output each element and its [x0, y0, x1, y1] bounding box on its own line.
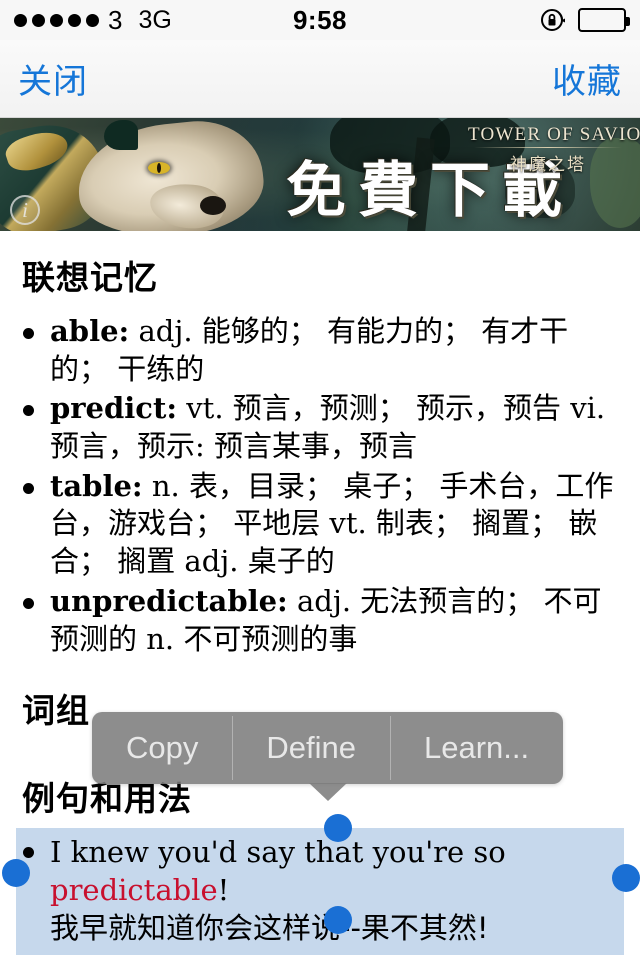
- mnemonic-list: able: adj. 能够的； 有能力的； 有才干的； 干练的 predict:…: [16, 313, 624, 658]
- example-en-after: !: [217, 872, 230, 907]
- example-en-before: I knew you'd say that you're so: [50, 835, 506, 870]
- wolf-ear-artwork: [104, 120, 138, 150]
- selection-handle-bottom[interactable]: [324, 906, 352, 935]
- context-menu-copy[interactable]: Copy: [92, 712, 232, 784]
- app-root: 3 3G 9:58 关闭 收藏 免費下載 TOWER OF SAVI 神魔之塔 …: [0, 0, 640, 960]
- selected-text[interactable]: I knew you'd say that you're so predicta…: [16, 828, 624, 956]
- list-item: predict: vt. 预言，预测； 预示，预告 vi. 预言，预示: 预言某…: [16, 390, 624, 465]
- list-item: able: adj. 能够的； 有能力的； 有才干的； 干练的: [16, 313, 624, 388]
- selection-handle-start[interactable]: [2, 859, 30, 888]
- wolf-nose-artwork: [200, 196, 226, 215]
- wolf-eye-artwork: [148, 162, 170, 174]
- text-selection-context-menu: Copy Define Learn...: [92, 712, 564, 801]
- dictionary-content: 联想记忆 able: adj. 能够的； 有能力的； 有才干的； 干练的 pre…: [0, 251, 640, 960]
- list-item: table: n. 表，目录； 桌子； 手术台，工作台，游戏台； 平地层 vt.…: [16, 468, 624, 581]
- example-keyword: predictable: [50, 872, 218, 907]
- rotation-lock-icon: [540, 7, 566, 33]
- ad-logo-chinese: 神魔之塔: [510, 155, 586, 175]
- close-button[interactable]: 关闭: [18, 54, 88, 103]
- context-menu-pointer: [308, 783, 347, 801]
- ad-logo-english: TOWER OF SAVIORS: [468, 124, 640, 145]
- ad-banner[interactable]: 免費下載 TOWER OF SAVIORS 神魔之塔 i: [0, 118, 640, 231]
- headword: unpredictable:: [50, 583, 288, 618]
- section-heading-mnemonic: 联想记忆: [22, 258, 158, 297]
- context-menu-define[interactable]: Define: [232, 712, 390, 784]
- status-bar-right: [540, 7, 630, 33]
- battery-icon: [578, 8, 630, 32]
- example-translation: 我早就知道你会这样说--果不其然!: [50, 910, 489, 945]
- headword: table:: [50, 468, 143, 503]
- list-item: unpredictable: adj. 无法预言的； 不可预测的 n. 不可预测…: [16, 583, 624, 658]
- navigation-bar: 关闭 收藏: [0, 40, 640, 118]
- headword: predict:: [50, 391, 178, 426]
- example-sentence-block[interactable]: I knew you'd say that you're so predicta…: [2, 814, 640, 956]
- headword: able:: [50, 314, 130, 348]
- context-menu-learn[interactable]: Learn...: [389, 712, 563, 784]
- ad-logo: TOWER OF SAVIORS 神魔之塔: [468, 124, 640, 175]
- info-icon[interactable]: i: [10, 195, 40, 225]
- selection-handle-end[interactable]: [612, 864, 640, 893]
- logo-divider: [474, 147, 622, 148]
- selection-handle-top[interactable]: [324, 814, 352, 843]
- favorite-button[interactable]: 收藏: [552, 54, 622, 103]
- status-bar: 3 3G 9:58: [0, 0, 640, 40]
